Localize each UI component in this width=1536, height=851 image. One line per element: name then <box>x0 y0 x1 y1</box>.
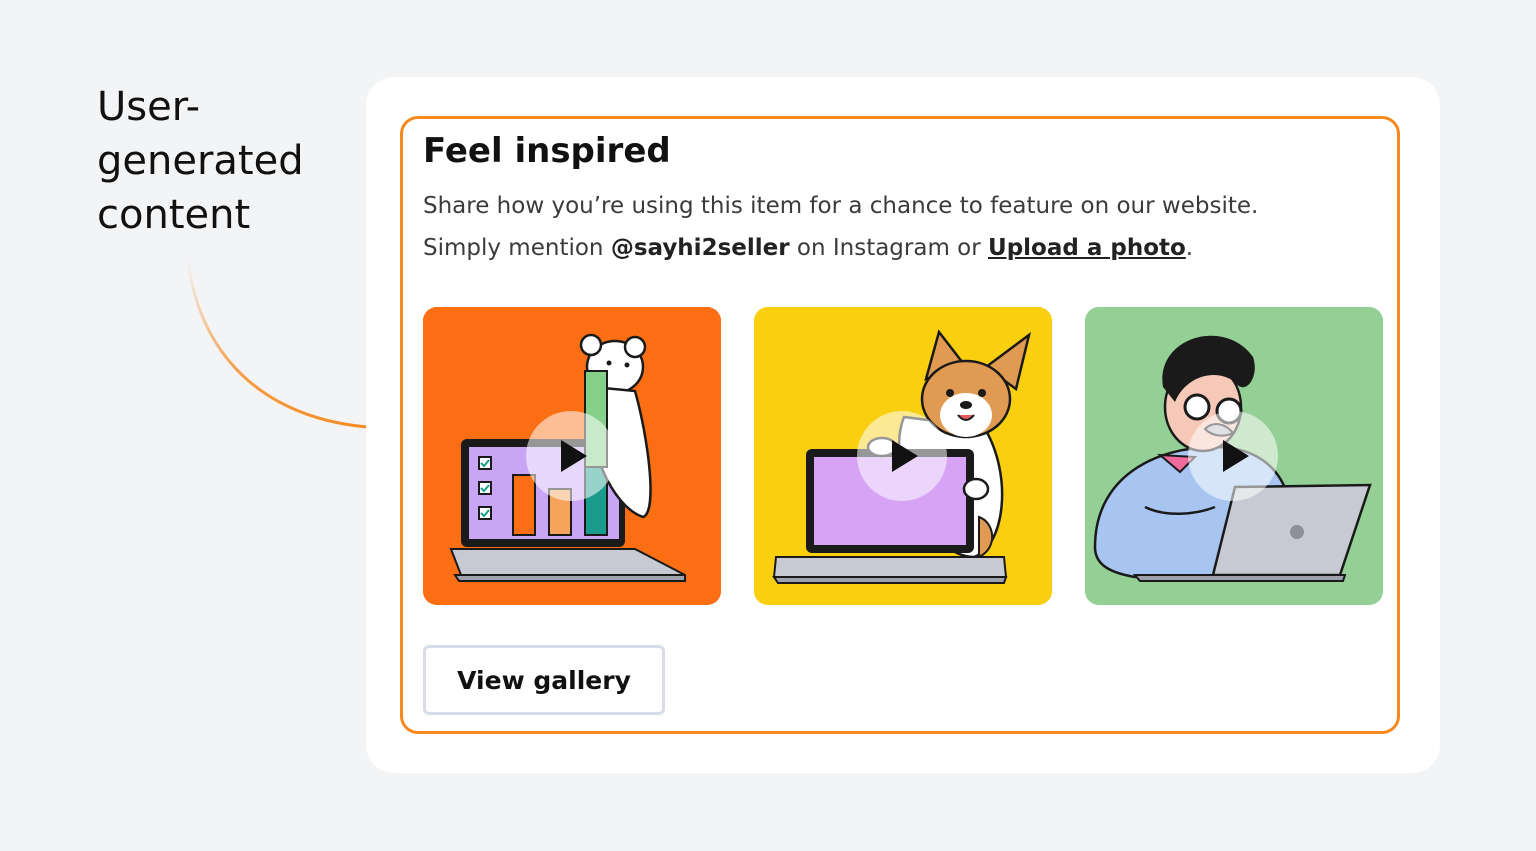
play-button[interactable] <box>526 411 616 501</box>
annotation-label: User- generated content <box>97 84 304 238</box>
upload-photo-link[interactable]: Upload a photo <box>988 235 1186 261</box>
section-instructions: Simply mention @sayhi2seller on Instagra… <box>423 235 1193 261</box>
instagram-handle: @sayhi2seller <box>610 235 790 261</box>
play-icon <box>892 440 918 472</box>
section-title: Feel inspired <box>423 131 671 171</box>
play-button[interactable] <box>1188 411 1278 501</box>
play-button[interactable] <box>857 411 947 501</box>
view-gallery-button[interactable]: View gallery <box>423 645 665 715</box>
play-icon <box>1223 440 1249 472</box>
video-thumbnail-2[interactable] <box>754 307 1052 605</box>
instructions-prefix: Simply mention <box>423 235 611 261</box>
section-description: Share how you’re using this item for a c… <box>423 193 1259 219</box>
instructions-middle: on Instagram or <box>789 235 989 261</box>
play-icon <box>561 440 587 472</box>
video-thumbnail-1[interactable] <box>423 307 721 605</box>
instructions-suffix: . <box>1185 235 1194 261</box>
video-thumbnail-3[interactable] <box>1085 307 1383 605</box>
